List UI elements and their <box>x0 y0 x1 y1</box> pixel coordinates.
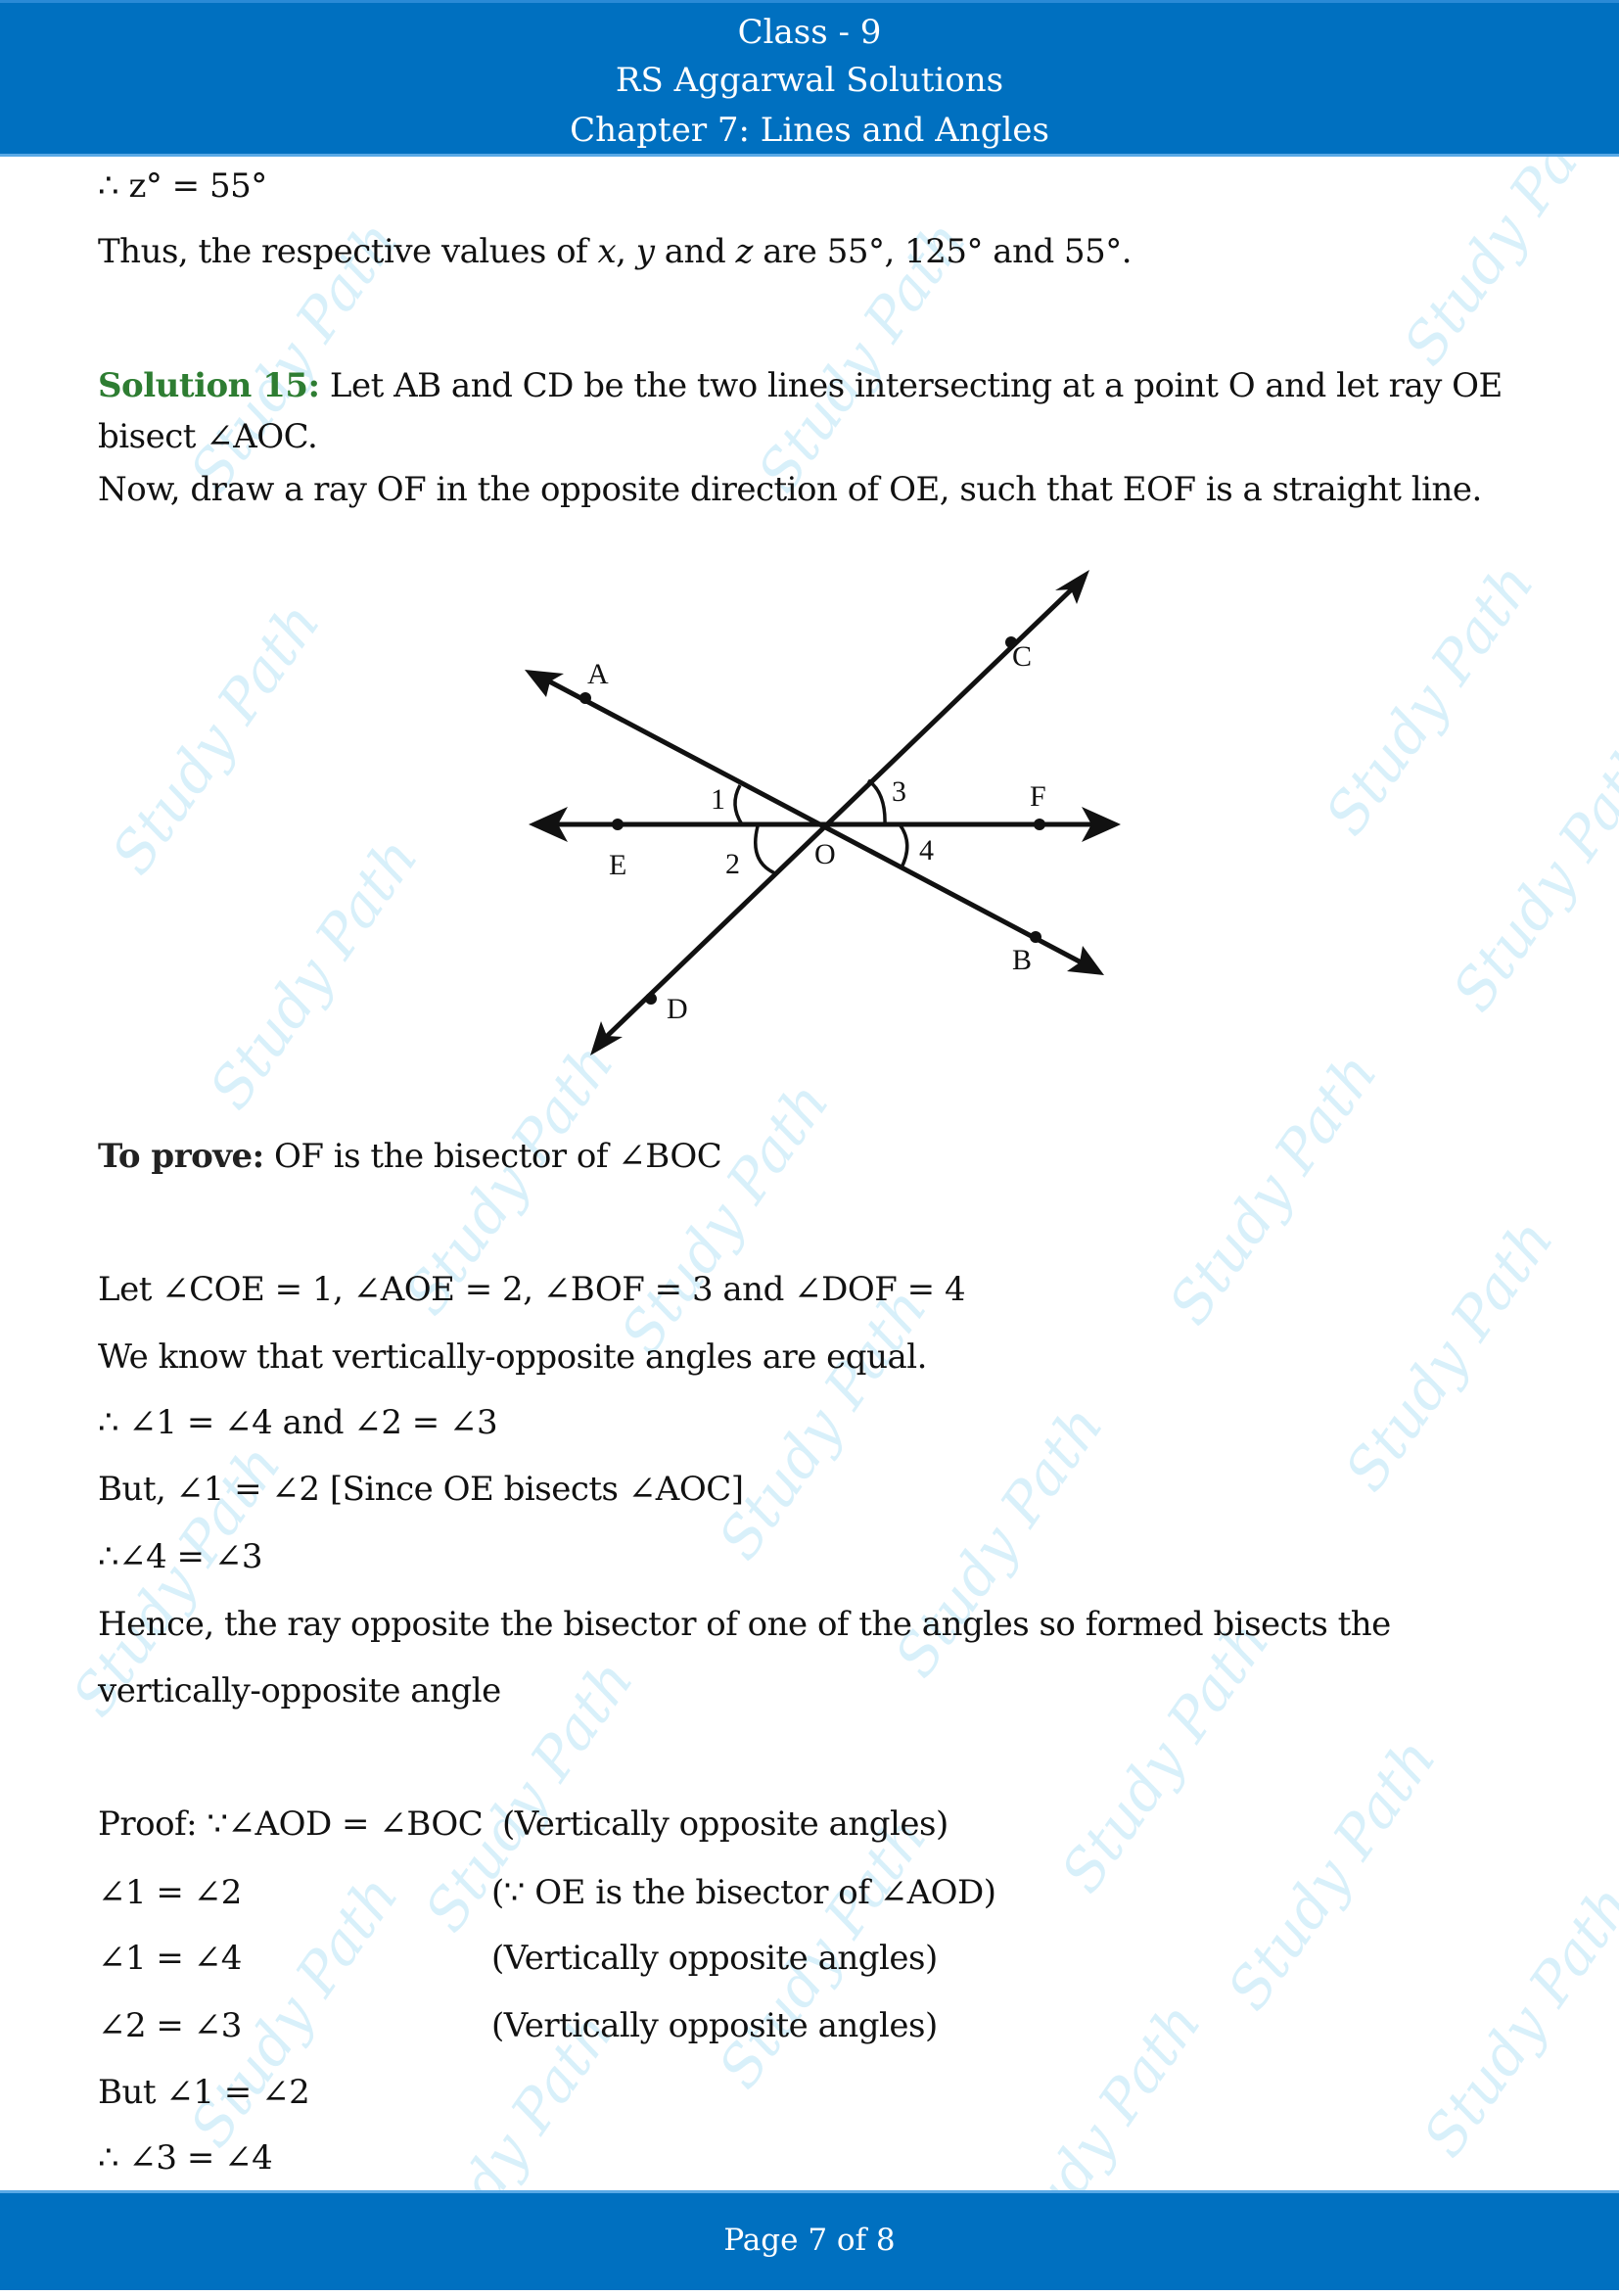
proof-row: But ∠1 = ∠2 <box>98 2071 310 2114</box>
label-c: C <box>1012 640 1032 673</box>
label-d: D <box>667 993 688 1025</box>
proof-statement: ∠2 = ∠3 <box>98 2006 242 2045</box>
page-current: 7 <box>808 2223 828 2258</box>
to-prove-line: To prove: OF is the bisector of ∠BOC <box>98 1135 722 1178</box>
proof-statement: ∠1 = ∠2 <box>98 1873 242 1912</box>
arc-angle-1 <box>733 784 744 825</box>
proof-statement: ∠1 = ∠4 <box>98 1939 242 1978</box>
step-line: We know that vertically-opposite angles … <box>98 1337 927 1377</box>
label-angle-3: 3 <box>892 775 906 808</box>
page-footer: Page 7 of 8 <box>0 2190 1619 2290</box>
proof-row: ∠1 = ∠4 (Vertically opposite angles) <box>98 1937 938 1980</box>
proof-row: Proof: ∵∠AOD = ∠BOC (Vertically opposite… <box>98 1803 948 1846</box>
proof-row: ∠1 = ∠2 (∵ OE is the bisector of ∠AOD) <box>98 1871 996 1914</box>
point-b <box>1030 931 1041 943</box>
label-f: F <box>1030 780 1046 813</box>
proof-reason: (Vertically opposite angles) <box>502 1804 948 1844</box>
point-f <box>1034 819 1045 830</box>
proof-row: ∠2 = ∠3 (Vertically opposite angles) <box>98 2004 938 2047</box>
step-line: vertically-opposite angle <box>98 1671 501 1710</box>
page-of: of <box>827 2223 876 2258</box>
step-line: ∴ ∠1 = ∠4 and ∠2 = ∠3 <box>98 1403 498 1442</box>
watermark: Study Path <box>1331 1207 1566 1503</box>
point-d <box>645 993 657 1005</box>
step-line: ∴∠4 = ∠3 <box>98 1537 262 1576</box>
proof-reason: (∵ OE is the bisector of ∠AOD) <box>491 1873 996 1912</box>
label-b: B <box>1012 944 1032 976</box>
page-total: 8 <box>875 2223 896 2258</box>
arc-angle-4 <box>898 822 909 870</box>
step-line: Let ∠COE = 1, ∠AOE = 2, ∠BOF = 3 and ∠DO… <box>98 1270 966 1309</box>
label-a: A <box>587 658 609 690</box>
to-prove-text: OF is the bisector of ∠BOC <box>263 1137 722 1176</box>
step-line: But, ∠1 = ∠2 [Since OE bisects ∠AOC] <box>98 1470 744 1509</box>
point-e <box>612 819 624 830</box>
step-line: Hence, the ray opposite the bisector of … <box>98 1605 1391 1644</box>
page-prefix: Page <box>723 2223 809 2258</box>
label-o: O <box>814 838 836 870</box>
lines-angles-diagram: A C F E O B D 1 2 3 4 <box>525 570 1121 1055</box>
watermark: Study Path <box>1047 1609 1282 1904</box>
arc-angle-3 <box>866 778 887 825</box>
label-angle-1: 1 <box>711 783 725 816</box>
proof-reason: (Vertically opposite angles) <box>491 2006 938 2045</box>
proof-statement: But ∠1 = ∠2 <box>98 2073 310 2112</box>
proof-reason: (Vertically opposite angles) <box>491 1939 938 1978</box>
watermark: Study Path <box>1410 1873 1619 2169</box>
proof-statement: Proof: ∵∠AOD = ∠BOC <box>98 1804 484 1844</box>
label-angle-2: 2 <box>725 848 740 880</box>
watermark: Study Path <box>1214 1726 1449 2022</box>
point-a <box>579 692 591 704</box>
to-prove-label: To prove: <box>98 1137 264 1176</box>
label-angle-4: 4 <box>919 834 934 867</box>
label-e: E <box>609 849 626 881</box>
line-cd <box>597 581 1081 1046</box>
watermark: Study Path <box>705 1276 940 1571</box>
arc-angle-2 <box>754 825 776 875</box>
proof-statement: ∴ ∠3 = ∠4 <box>98 2138 273 2178</box>
proof-row: ∴ ∠3 = ∠4 <box>98 2136 273 2179</box>
